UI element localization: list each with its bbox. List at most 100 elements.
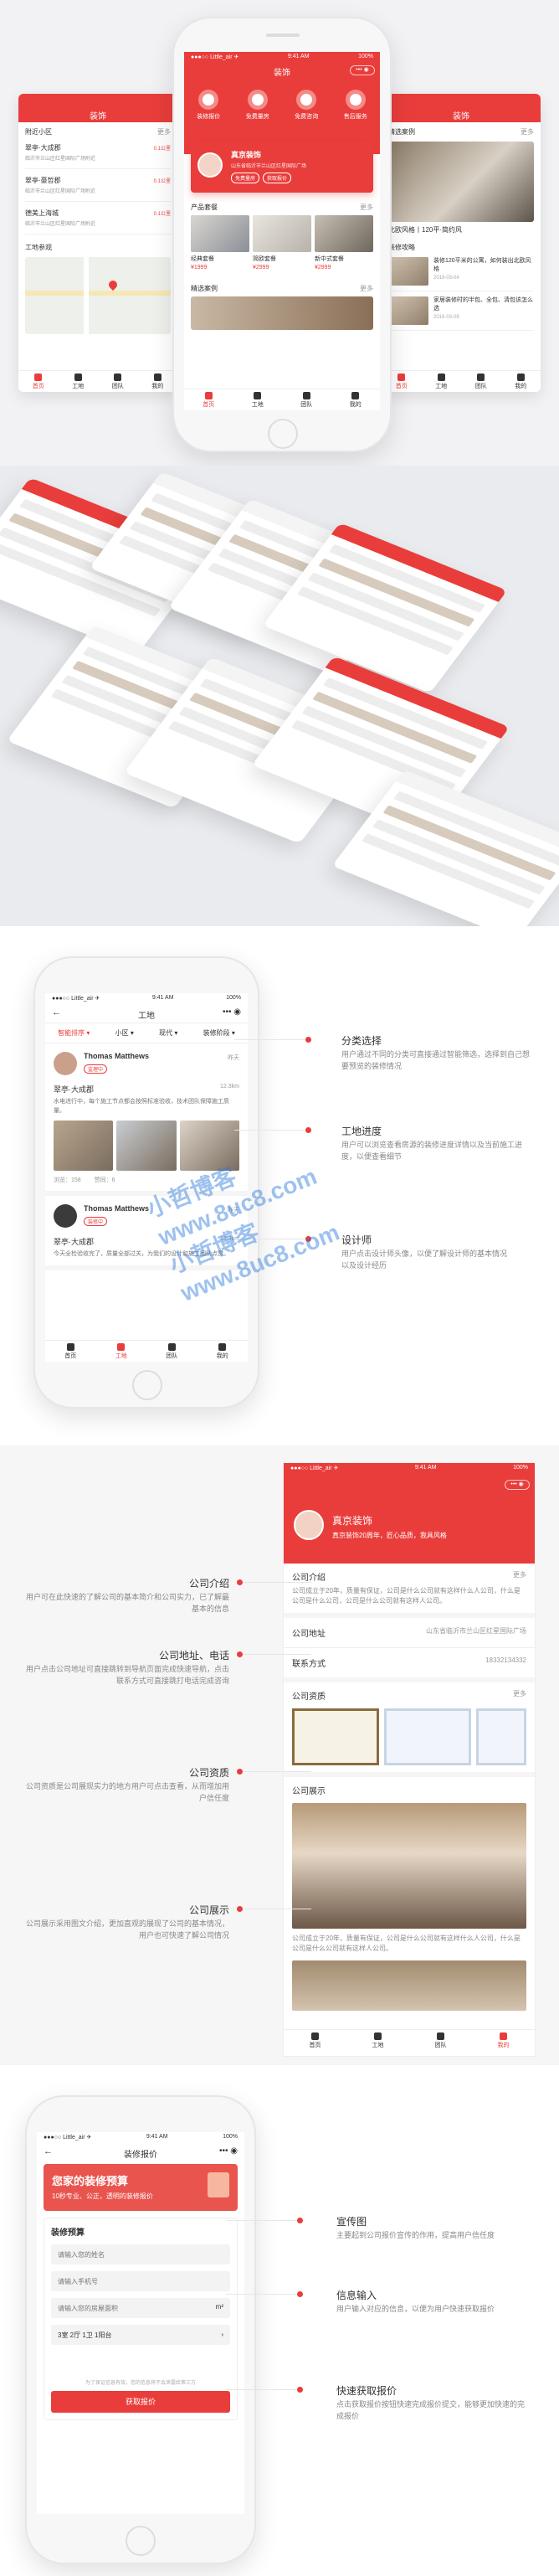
tab-0[interactable]: 首页 — [284, 2030, 346, 2056]
annotation-title: 信息输入 — [336, 2290, 377, 2301]
map-view[interactable] — [25, 257, 171, 334]
status-battery: 100% — [223, 2134, 238, 2140]
name-input[interactable] — [51, 2244, 230, 2264]
case-image[interactable] — [388, 142, 534, 222]
tab-2[interactable]: 团队 — [146, 1341, 197, 1362]
tab-1[interactable]: 工地 — [59, 371, 99, 392]
project-distance: 12.3km — [220, 1084, 239, 1090]
company-card[interactable]: 真京装饰 山东省临沂市兰山区红星国际广场 免费量房 获取报价 — [191, 142, 373, 193]
annotation-title: 设计师 — [341, 1234, 372, 1246]
tab-1[interactable]: 工地 — [346, 2030, 409, 2056]
designer-avatar[interactable] — [54, 1052, 77, 1075]
phone-input[interactable] — [51, 2271, 230, 2291]
tab-3[interactable]: 我的 — [138, 371, 178, 392]
tab-label: 团队 — [166, 1353, 178, 1359]
get-quote-submit-button[interactable]: 获取报价 — [51, 2391, 230, 2413]
area-unit: m² — [215, 2303, 223, 2311]
tab-0[interactable]: 首页 — [184, 389, 233, 410]
tab-label: 团队 — [300, 402, 313, 408]
products-more[interactable]: 更多 — [360, 203, 373, 212]
status-time: 9:41 AM — [414, 1465, 437, 1471]
tab-1[interactable]: 工地 — [96, 1341, 147, 1362]
quick-action-3[interactable]: 售后服务 — [344, 90, 367, 121]
tab-3[interactable]: 我的 — [331, 389, 381, 410]
tab-label: 首页 — [309, 2043, 321, 2048]
news-item[interactable]: 家居装修时的半包、全包、清包该怎么选 2018-03-09 — [388, 291, 534, 331]
tab-2[interactable]: 团队 — [461, 371, 501, 392]
quick-action-label: 免费咨询 — [295, 114, 319, 120]
cases-more[interactable]: 更多 — [360, 284, 373, 293]
cert-image[interactable] — [384, 1708, 471, 1765]
contact-row[interactable]: 联系方式 18332134332 — [284, 1648, 535, 1682]
site-photo[interactable] — [54, 1121, 114, 1171]
layout-select[interactable]: 3室 2厅 1卫 1阳台 › — [51, 2325, 230, 2345]
product-card[interactable]: 经典套餐 ¥1999 — [191, 215, 249, 270]
free-measure-button[interactable]: 免费量房 — [231, 173, 260, 183]
tab-label: 首页 — [395, 384, 408, 389]
intro-block[interactable]: 公司介绍 更多 公司成立于20年，质量有保证，公司是什么公司就有这样什么人公司，… — [284, 1564, 535, 1618]
designer-name[interactable]: Thomas Matthews — [84, 1052, 239, 1060]
product-card[interactable]: 简欧套餐 ¥2999 — [253, 215, 311, 270]
get-quote-button[interactable]: 获取报价 — [263, 173, 292, 183]
company-screen: ●●●○○ Little_air ✈ 9:41 AM 100% ••• ◉ 真京… — [283, 1462, 536, 2057]
intro-more[interactable]: 更多 — [513, 1570, 526, 1583]
annotation-title: 快速获取报价 — [336, 2385, 397, 2397]
tab-3[interactable]: 我的 — [501, 371, 541, 392]
nearby-item[interactable]: 翠亭·豪哲郡 临沂市兰山区红星国际广场附近 0.1公里 — [25, 169, 171, 202]
home-icon — [66, 1343, 74, 1351]
case-banner[interactable] — [191, 296, 373, 330]
home-hardware-button — [268, 419, 298, 449]
quick-action-label: 装修报价 — [197, 114, 221, 120]
filter-1[interactable]: 小区 ▾ — [115, 1028, 134, 1038]
nearby-item[interactable]: 德美上海城 临沂市兰山区红星国际广场附近 0.1公里 — [25, 202, 171, 234]
tab-3[interactable]: 我的 — [197, 1341, 249, 1362]
product-card[interactable]: 新中式套餐 ¥2999 — [315, 215, 373, 270]
capsule-menu[interactable]: ••• ◉ — [219, 2146, 238, 2156]
map-pin-icon[interactable] — [106, 278, 120, 291]
area-input[interactable] — [51, 2298, 230, 2318]
back-arrow-icon[interactable]: ← — [52, 1007, 61, 1018]
wrench-icon — [345, 90, 366, 110]
intro-title: 公司介绍 — [292, 1574, 326, 1583]
filter-3[interactable]: 装修阶段 ▾ — [203, 1028, 235, 1038]
right-more[interactable]: 更多 — [521, 127, 534, 137]
address-row[interactable]: 公司地址 山东省临沂市兰山区红星国际广场 — [284, 1618, 535, 1648]
tab-1[interactable]: 工地 — [422, 371, 462, 392]
tab-2[interactable]: 团队 — [98, 371, 138, 392]
phone-frame-quote: ●●●○○ Little_air ✈ 9:41 AM 100% ← 装修报价 •… — [25, 2095, 256, 2564]
callout-dot — [297, 2291, 303, 2297]
section-quote: ●●●○○ Little_air ✈ 9:41 AM 100% ← 装修报价 •… — [0, 2065, 559, 2576]
nearby-item[interactable]: 翠亭·大成郡 临沂市兰山区红星国际广场附近 0.1公里 — [25, 137, 171, 169]
capsule-menu[interactable]: ••• ◉ — [505, 1480, 530, 1490]
show-image[interactable] — [292, 1803, 526, 1929]
site-photo[interactable] — [116, 1121, 177, 1171]
tab-3[interactable]: 我的 — [472, 2030, 535, 2056]
capsule-menu[interactable]: ••• ◉ — [223, 1007, 241, 1017]
back-arrow-icon[interactable]: ← — [44, 2146, 53, 2156]
callout-line — [226, 2220, 300, 2221]
cert-more[interactable]: 更多 — [513, 1689, 526, 1702]
tab-2[interactable]: 团队 — [409, 2030, 472, 2056]
worksite-title: 工地 — [138, 1012, 155, 1021]
tab-0[interactable]: 首页 — [18, 371, 59, 392]
quick-action-0[interactable]: 装修报价 — [197, 90, 220, 121]
tab-0[interactable]: 首页 — [45, 1341, 96, 1362]
news-item[interactable]: 装修120平米的公寓，如何装出北欧风格 2018-03-04 — [388, 252, 534, 291]
status-battery: 100% — [358, 54, 373, 59]
cert-image[interactable] — [476, 1708, 526, 1765]
tab-1[interactable]: 工地 — [233, 389, 283, 410]
quick-action-1[interactable]: 免费量房 — [246, 90, 269, 121]
quick-action-2[interactable]: 免费咨询 — [295, 90, 318, 121]
filter-2[interactable]: 现代 ▾ — [159, 1028, 177, 1038]
left-more[interactable]: 更多 — [157, 127, 171, 137]
capsule-menu[interactable]: ••• ◉ — [350, 65, 375, 75]
annotation-title: 公司介绍 — [188, 1578, 229, 1589]
cert-image[interactable] — [292, 1708, 379, 1765]
designer-avatar[interactable] — [54, 1204, 77, 1228]
filter-0[interactable]: 智能排序 ▾ — [58, 1028, 90, 1038]
show-text: 公司成立于20年，质量有保证，公司是什么公司就有这样什么人公司，什么是公司是什么… — [292, 1935, 521, 1952]
team-icon — [302, 392, 310, 399]
tab-2[interactable]: 团队 — [282, 389, 331, 410]
status-time: 9:41 AM — [287, 54, 310, 59]
show-image-2[interactable] — [292, 1960, 526, 2011]
